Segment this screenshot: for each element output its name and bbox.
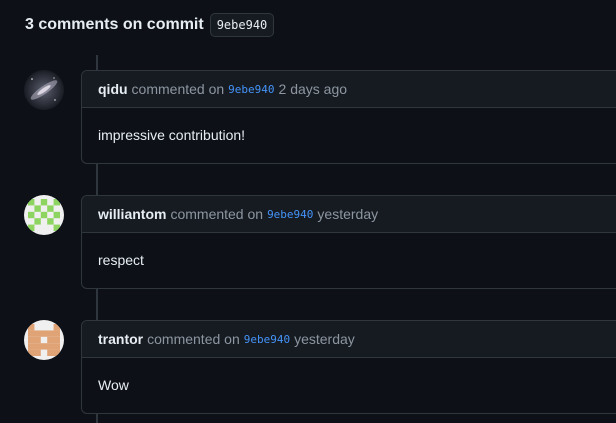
comment-timestamp[interactable]: 2 days ago	[279, 81, 348, 97]
comment-body: Wow	[98, 377, 129, 393]
comment-body: impressive contribution!	[98, 127, 246, 143]
galaxy-avatar-image	[24, 70, 64, 110]
comments-heading: 3 comments on commit 9ebe940	[25, 13, 275, 37]
commit-sha-link[interactable]: 9ebe940	[228, 83, 274, 96]
comment-timestamp[interactable]: yesterday	[294, 331, 355, 347]
comments-count-title: 3 comments on commit	[25, 16, 204, 33]
commit-sha-link[interactable]: 9ebe940	[267, 208, 313, 221]
comment-header: trantor commented on 9ebe940 yesterday	[82, 321, 616, 358]
comment-box: trantor commented on 9ebe940 yesterday W…	[81, 320, 616, 414]
comment-action: commented on	[170, 206, 264, 222]
comment-header: qidu commented on 9ebe940 2 days ago	[82, 71, 616, 108]
comment-action: commented on	[147, 331, 240, 347]
comment-body: respect	[98, 252, 144, 268]
comment-action: commented on	[131, 81, 225, 97]
identicon-orange-avatar	[24, 320, 64, 360]
avatar-williantom[interactable]	[24, 195, 64, 235]
comment-item: williantom commented on 9ebe940 yesterda…	[0, 195, 616, 289]
comment-box: qidu commented on 9ebe940 2 days ago imp…	[81, 70, 616, 164]
avatar-trantor[interactable]	[24, 320, 64, 360]
comment-box: williantom commented on 9ebe940 yesterda…	[81, 195, 616, 289]
comment-author[interactable]: trantor	[98, 331, 143, 347]
comment-author[interactable]: williantom	[98, 206, 166, 222]
comment-item: trantor commented on 9ebe940 yesterday W…	[0, 320, 616, 414]
identicon-green-avatar	[24, 195, 64, 235]
commit-sha-link[interactable]: 9ebe940	[244, 333, 290, 346]
avatar-qidu[interactable]	[24, 70, 64, 110]
comment-author[interactable]: qidu	[98, 81, 128, 97]
commit-sha-chip[interactable]: 9ebe940	[209, 13, 275, 37]
comment-item: qidu commented on 9ebe940 2 days ago imp…	[0, 70, 616, 164]
comment-header: williantom commented on 9ebe940 yesterda…	[82, 196, 616, 233]
comment-timestamp[interactable]: yesterday	[317, 206, 378, 222]
